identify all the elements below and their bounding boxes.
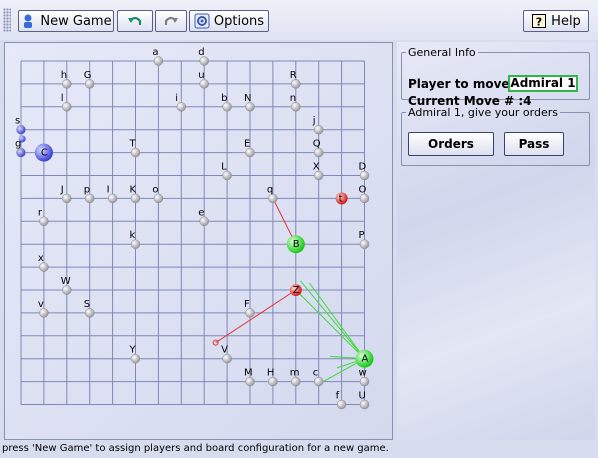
planet-label-c: c: [313, 368, 319, 379]
player-to-move-value: Admiral 1: [508, 75, 578, 92]
planet-label-F: F: [244, 299, 250, 310]
fleet-path-green: [295, 289, 365, 360]
planet-label-L: L: [221, 162, 227, 173]
planet-label-n: n: [290, 93, 296, 104]
planet-label-V: V: [221, 345, 228, 356]
planet-label-k: k: [130, 230, 136, 241]
general-info-title: General Info: [408, 46, 476, 59]
planet-label-R: R: [290, 70, 297, 81]
planet-j: [313, 124, 324, 135]
planet-label-Y: Y: [129, 345, 137, 356]
planet-label-A: A: [362, 354, 369, 365]
side-panel: General Info Player to move: Admiral 1 C…: [397, 42, 595, 440]
planet-label-j: j: [312, 116, 316, 127]
toolbar-grip[interactable]: [3, 8, 11, 32]
planet-label-t: t: [339, 193, 343, 204]
planet-label-M: M: [244, 368, 253, 379]
planet-label-E: E: [244, 139, 250, 150]
planet-label-l: l: [61, 93, 64, 104]
planet-label-x: x: [38, 253, 44, 264]
planet-label-r: r: [38, 207, 43, 218]
planet-label-S: S: [84, 299, 90, 310]
planet-label-W: W: [61, 276, 71, 287]
player-to-move-label: Player to move:: [408, 77, 515, 91]
planet-label-q: q: [267, 184, 273, 195]
general-info-group: General Info Player to move: Admiral 1 C…: [401, 46, 590, 108]
redo-button[interactable]: [155, 10, 187, 32]
redo-arrow-icon: [164, 16, 178, 25]
svg-text:?: ?: [536, 16, 542, 29]
planet-label-b: b: [221, 93, 227, 104]
options-button[interactable]: Options: [189, 10, 269, 32]
planet-label-m: m: [290, 368, 300, 379]
planet-label-o: o: [152, 184, 158, 195]
planet-label-Q: Q: [313, 139, 321, 150]
toolbar: New Game Options ? Help: [0, 0, 598, 40]
options-gear-icon: [194, 13, 210, 29]
planet-label-u: u: [198, 70, 204, 81]
orders-group-title: Admiral 1, give your orders: [408, 106, 558, 119]
pass-button[interactable]: Pass: [504, 132, 564, 156]
planet-label-v: v: [38, 299, 44, 310]
planet-label-K: K: [130, 184, 137, 195]
planet-label-N: N: [244, 93, 251, 104]
fleet-path-green: [299, 280, 365, 360]
planet-label-s: s: [15, 116, 20, 127]
planet-label-w: w: [359, 368, 367, 379]
planet-label-p: p: [84, 184, 90, 195]
planet-label-B: B: [293, 239, 300, 250]
orders-button[interactable]: Orders: [408, 132, 494, 156]
help-question-icon: ?: [532, 14, 547, 29]
planet-label-g: g: [15, 139, 21, 150]
status-bar: press 'New Game' to assign players and b…: [2, 442, 596, 456]
planet-label-O: O: [359, 184, 367, 195]
planet-i: [176, 102, 187, 112]
planet-label-a: a: [152, 47, 158, 58]
planet-label-H: H: [267, 368, 275, 379]
undo-arrow-icon: [128, 16, 142, 25]
options-label: Options: [213, 13, 265, 29]
game-board[interactable]: a d u Rh Gl i b Nn j s g C T E Q L X D J p I Ko q t Or e k B Px W Z Fv S…: [5, 43, 392, 439]
planet-label-d: d: [198, 47, 204, 58]
planet-label-U: U: [359, 391, 366, 402]
planet-label-G: G: [84, 70, 92, 81]
new-game-label: New Game: [40, 13, 112, 29]
planet-label-f: f: [336, 391, 340, 402]
planet-label-P: P: [359, 230, 365, 241]
planet-label-T: T: [129, 139, 137, 150]
fleet-path-green: [309, 282, 365, 359]
planet-label-C: C: [41, 148, 48, 159]
planet-label-h: h: [61, 70, 67, 81]
planet-label-X: X: [313, 162, 320, 173]
planet-label-J: J: [60, 184, 64, 195]
planet-label-e: e: [198, 207, 204, 218]
planet-label-D: D: [359, 162, 367, 173]
help-button[interactable]: ? Help: [523, 10, 589, 32]
undo-button[interactable]: [117, 10, 153, 32]
planet-label-i: i: [175, 93, 178, 104]
help-label: Help: [551, 13, 581, 29]
game-board-panel: a d u Rh Gl i b Nn j s g C T E Q L X D Jp I Ko q t Or e k B Px W Z Fv S…: [4, 42, 393, 440]
new-game-button[interactable]: New Game: [18, 10, 114, 32]
new-game-icon: [24, 14, 33, 28]
planet-label-I: I: [107, 184, 110, 195]
planet-l: [62, 102, 72, 112]
planet-label-Z: Z: [293, 285, 300, 296]
fleet-path-red: [215, 289, 297, 344]
